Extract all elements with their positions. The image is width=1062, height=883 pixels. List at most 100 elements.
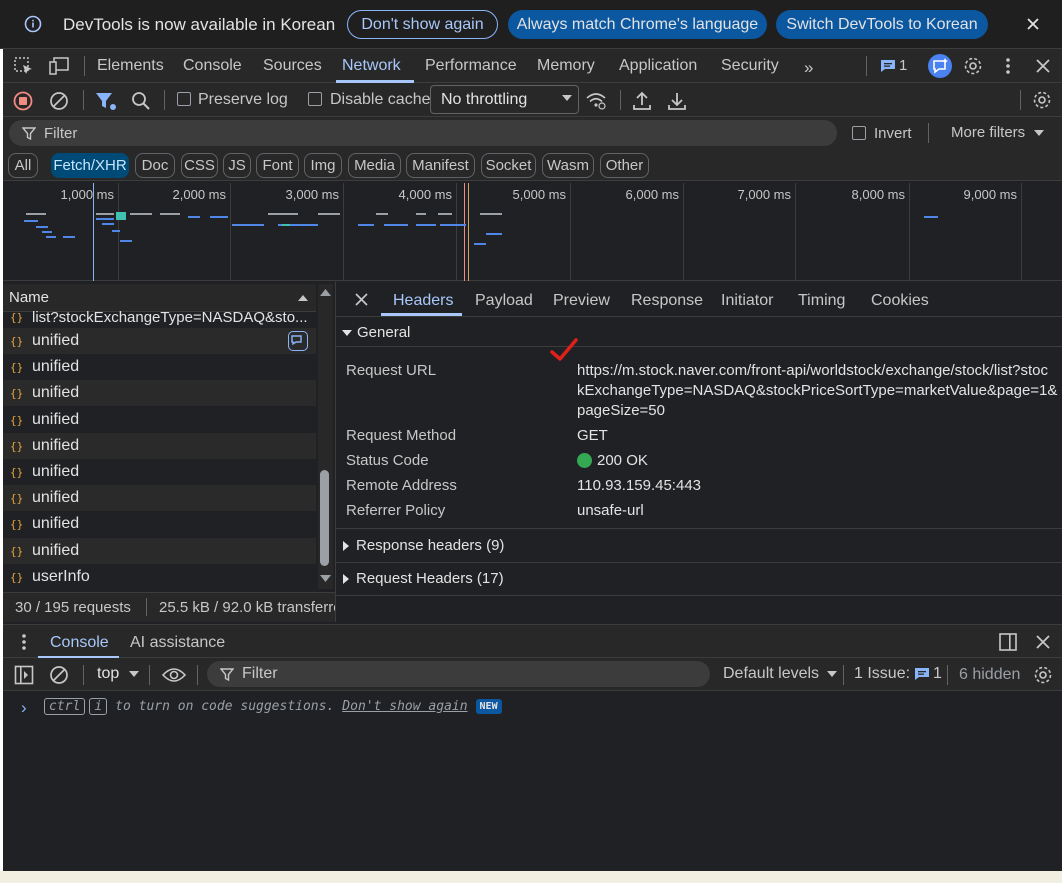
always-match-language-button[interactable]: Always match Chrome's language xyxy=(508,10,767,39)
request-row[interactable]: {} unified xyxy=(3,407,316,433)
filter-input[interactable]: Filter xyxy=(9,120,837,146)
type-filter-css[interactable]: CSS xyxy=(181,153,218,178)
tab-console[interactable]: Console xyxy=(183,57,242,75)
type-filter-other[interactable]: Other xyxy=(600,153,649,178)
scroll-down-icon[interactable] xyxy=(320,574,331,583)
request-row[interactable]: {} unified xyxy=(3,459,316,485)
type-filter-socket[interactable]: Socket xyxy=(481,153,536,178)
type-filter-doc[interactable]: Doc xyxy=(135,153,175,178)
search-icon[interactable] xyxy=(131,91,151,111)
request-row[interactable]: {} unified xyxy=(3,354,316,380)
network-settings-icon[interactable] xyxy=(1032,90,1052,110)
type-filter-media[interactable]: Media xyxy=(348,153,401,178)
close-drawer-icon[interactable] xyxy=(1036,635,1050,649)
tab-preview[interactable]: Preview xyxy=(553,292,610,310)
tab-network[interactable]: Network xyxy=(342,57,401,75)
scroll-up-icon[interactable] xyxy=(320,288,331,297)
tab-response[interactable]: Response xyxy=(631,292,703,310)
log-levels-dropdown[interactable]: Default levels xyxy=(723,665,838,683)
drawer-tab-console[interactable]: Console xyxy=(50,634,109,652)
invert-checkbox[interactable] xyxy=(852,126,866,140)
type-filter-js[interactable]: JS xyxy=(223,153,251,178)
type-filter-manifest[interactable]: Manifest xyxy=(406,153,475,178)
list-scrollbar[interactable] xyxy=(318,284,333,589)
drawer-tab-ai-assistance[interactable]: AI assistance xyxy=(130,634,225,652)
clear-console-icon[interactable] xyxy=(49,665,69,685)
close-details-icon[interactable] xyxy=(355,293,368,306)
more-filters-dropdown[interactable]: More filters xyxy=(951,124,1045,141)
device-toolbar-icon[interactable] xyxy=(49,57,69,75)
request-name: unified xyxy=(32,542,80,559)
console-filter-placeholder: Filter xyxy=(242,665,278,682)
type-filter-font[interactable]: Font xyxy=(256,153,299,178)
type-filter-img[interactable]: Img xyxy=(304,153,342,178)
tab-application[interactable]: Application xyxy=(619,57,697,75)
console-issues-link[interactable]: 1 Issue: 1 xyxy=(854,665,942,683)
request-name: unified xyxy=(32,463,80,480)
type-filter-all[interactable]: All xyxy=(8,153,38,178)
general-section-toggle[interactable]: General xyxy=(342,324,410,341)
request-row[interactable]: {} unified xyxy=(3,511,316,537)
name-column-header[interactable]: Name xyxy=(3,284,316,312)
tab-payload[interactable]: Payload xyxy=(475,292,533,310)
close-devtools-icon[interactable] xyxy=(1036,59,1050,73)
tab-headers[interactable]: Headers xyxy=(393,292,453,310)
scrollbar-thumb[interactable] xyxy=(320,470,329,566)
live-expression-eye-icon[interactable] xyxy=(162,666,186,684)
tab-timing[interactable]: Timing xyxy=(798,292,845,310)
list-item-partial[interactable]: {} list?stockExchangeType=NASDAQ&sto... xyxy=(3,309,316,326)
more-options-icon[interactable] xyxy=(1005,57,1011,75)
response-headers-toggle[interactable]: Response headers (9) xyxy=(342,537,504,554)
overview-request-bar xyxy=(924,216,938,218)
console-filter-input[interactable]: Filter xyxy=(207,661,710,687)
switch-to-korean-button[interactable]: Switch DevTools to Korean xyxy=(776,10,988,39)
issues-icon xyxy=(914,667,930,681)
request-row[interactable]: {} unified xyxy=(3,538,316,564)
tab-elements[interactable]: Elements xyxy=(97,57,164,75)
request-row[interactable]: {} unified xyxy=(3,433,316,459)
type-filter-wasm[interactable]: Wasm xyxy=(542,153,594,178)
import-har-icon[interactable] xyxy=(632,91,652,111)
issues-counter[interactable]: 1 xyxy=(880,57,907,74)
ctrl-key: ctrl xyxy=(44,698,86,715)
tab-initiator[interactable]: Initiator xyxy=(721,292,773,310)
filter-funnel-icon[interactable] xyxy=(95,91,117,111)
context-selector[interactable]: top xyxy=(97,665,140,683)
console-output[interactable]: › ctrl i to turn on code suggestions. Do… xyxy=(3,691,1062,871)
settings-icon[interactable] xyxy=(963,56,983,76)
close-infobar-icon[interactable] xyxy=(1026,17,1040,31)
stop-recording-icon[interactable] xyxy=(13,91,33,111)
inspect-element-icon[interactable] xyxy=(14,57,34,75)
disable-cache-checkbox[interactable] xyxy=(308,92,322,106)
fetch-icon: {} xyxy=(10,386,24,400)
overview-request-bar xyxy=(384,224,408,226)
drawer-menu-icon[interactable] xyxy=(21,633,27,651)
export-har-icon[interactable] xyxy=(667,91,687,111)
main-tab-bar: Elements Console Sources Network Perform… xyxy=(3,49,1062,83)
dont-show-again-link[interactable]: Don't show again xyxy=(342,699,467,714)
dont-show-again-button[interactable]: Don't show again xyxy=(347,10,498,39)
console-settings-icon[interactable] xyxy=(1033,665,1053,685)
overview-gridline xyxy=(1021,183,1022,281)
overview-request-bar xyxy=(416,224,436,226)
request-row[interactable]: {} unified xyxy=(3,380,316,406)
dock-drawer-icon[interactable] xyxy=(999,633,1017,651)
tab-memory[interactable]: Memory xyxy=(537,57,595,75)
request-headers-toggle[interactable]: Request Headers (17) xyxy=(342,570,504,587)
console-sidebar-icon[interactable] xyxy=(14,665,34,685)
request-row[interactable]: {} unified xyxy=(3,328,316,354)
preserve-log-checkbox[interactable] xyxy=(177,92,191,106)
request-row[interactable]: {} userInfo xyxy=(3,564,316,590)
tab-performance[interactable]: Performance xyxy=(425,57,517,75)
throttling-select[interactable]: No throttling xyxy=(430,85,579,114)
tab-sources[interactable]: Sources xyxy=(263,57,322,75)
type-filter-fetch-xhr[interactable]: Fetch/XHR xyxy=(51,153,129,178)
ai-assistant-icon[interactable] xyxy=(928,54,952,78)
request-row[interactable]: {} unified xyxy=(3,485,316,511)
more-tabs-icon[interactable]: » xyxy=(804,58,813,78)
ai-assistant-row-icon[interactable] xyxy=(288,331,308,351)
clear-icon[interactable] xyxy=(49,91,69,111)
tab-security[interactable]: Security xyxy=(721,57,779,75)
network-conditions-icon[interactable] xyxy=(585,91,607,111)
tab-cookies[interactable]: Cookies xyxy=(871,292,929,310)
